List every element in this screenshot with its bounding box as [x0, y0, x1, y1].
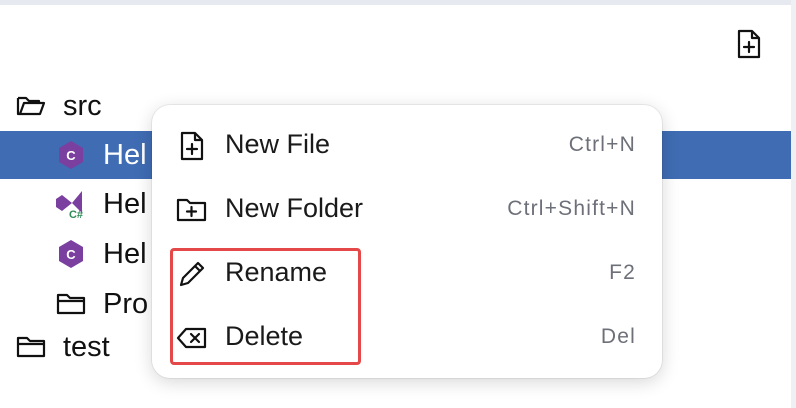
context-menu: New File Ctrl+N New Folder Ctrl+Shift+N … [152, 105, 662, 378]
menu-item-label: Rename [225, 257, 328, 287]
folder-icon [16, 335, 46, 359]
menu-item-delete[interactable]: Delete Del [152, 307, 662, 369]
tree-item-label: Hel [103, 188, 147, 220]
menu-item-shortcut: F2 [609, 261, 636, 284]
delete-icon [176, 322, 208, 354]
menu-item-label: New File [225, 129, 331, 159]
tree-item-label: src [63, 90, 102, 122]
tree-item-label: Pro [103, 288, 149, 320]
new-folder-icon [176, 194, 208, 226]
tree-item-label: Hel [103, 238, 147, 270]
menu-item-rename[interactable]: Rename F2 [152, 243, 662, 305]
csharp-file-icon: C [56, 140, 86, 170]
pencil-icon [176, 258, 208, 290]
tree-item-label: Hel [103, 139, 147, 171]
csharp-file-icon: C [56, 239, 86, 269]
menu-item-new-file[interactable]: New File Ctrl+N [152, 115, 662, 177]
folder-icon [56, 292, 86, 316]
top-border [0, 0, 796, 5]
menu-item-shortcut: Ctrl+Shift+N [507, 197, 636, 220]
tree-item-label: test [63, 331, 110, 363]
svg-text:C: C [66, 247, 76, 262]
svg-text:C: C [66, 148, 76, 163]
menu-item-new-folder[interactable]: New Folder Ctrl+Shift+N [152, 179, 662, 241]
menu-item-label: Delete [225, 321, 304, 351]
new-file-toolbar-button[interactable] [734, 28, 764, 60]
folder-open-icon [16, 94, 46, 118]
menu-item-label: New Folder [225, 193, 364, 223]
menu-item-shortcut: Del [600, 325, 636, 348]
svg-text:C#: C# [69, 209, 83, 219]
right-border [791, 0, 796, 408]
menu-item-shortcut: Ctrl+N [568, 133, 636, 156]
new-file-icon [737, 29, 761, 59]
csharp-project-icon: C# [54, 189, 88, 219]
new-file-icon [176, 130, 208, 162]
